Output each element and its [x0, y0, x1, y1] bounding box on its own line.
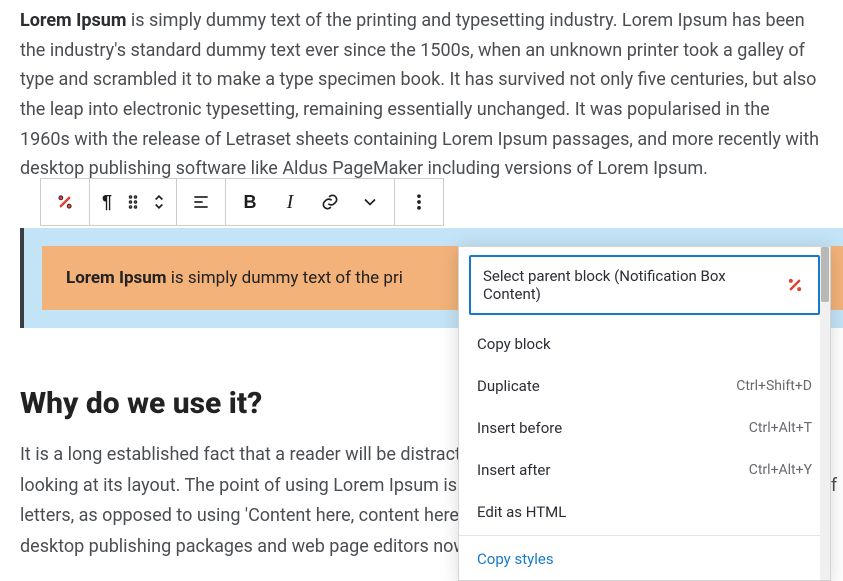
notif-bold: Lorem Ipsum: [66, 268, 167, 288]
select-parent-block-item[interactable]: Select parent block (Notification Box Co…: [469, 255, 820, 315]
move-arrows-icon[interactable]: [146, 179, 172, 225]
heading-why[interactable]: Why do we use it?: [20, 386, 262, 421]
paragraph-lorem[interactable]: Lorem Ipsum is simply dummy text of the …: [20, 6, 823, 184]
edit-as-html-label: Edit as HTML: [477, 503, 566, 521]
insert-after-item[interactable]: Insert after Ctrl+Alt+Y: [459, 449, 830, 491]
dropdown-scrollbar[interactable]: [820, 247, 830, 580]
paragraph-lorem-rest: is simply dummy text of the printing and…: [20, 10, 819, 179]
edit-as-html-item[interactable]: Edit as HTML: [459, 491, 830, 533]
copy-styles-label: Copy styles: [477, 550, 554, 568]
duplicate-shortcut: Ctrl+Shift+D: [736, 378, 812, 394]
toolbar-group-block: [41, 179, 90, 225]
copy-styles-item[interactable]: Copy styles: [459, 538, 830, 580]
editor-content: Lorem Ipsum is simply dummy text of the …: [0, 6, 843, 184]
more-format-icon[interactable]: [350, 179, 390, 225]
notif-rest: is simply dummy text of the pri: [167, 268, 403, 288]
duplicate-label: Duplicate: [477, 377, 540, 395]
align-icon[interactable]: [181, 179, 221, 225]
block-toolbar: ¶ B I: [40, 178, 444, 226]
toolbar-group-format: B I: [226, 179, 395, 225]
copy-block-item[interactable]: Copy block: [459, 323, 830, 365]
drag-handle-icon[interactable]: [120, 179, 146, 225]
link-icon[interactable]: [310, 179, 350, 225]
insert-before-item[interactable]: Insert before Ctrl+Alt+T: [459, 407, 830, 449]
toolbar-group-more: [395, 179, 443, 225]
dropdown-separator: [459, 535, 830, 536]
paragraph-icon[interactable]: ¶: [94, 179, 120, 225]
insert-after-shortcut: Ctrl+Alt+Y: [749, 462, 812, 478]
italic-button[interactable]: I: [270, 179, 310, 225]
select-parent-label: Select parent block (Notification Box Co…: [483, 267, 784, 303]
scrollbar-thumb[interactable]: [821, 247, 829, 302]
toolbar-group-align: [177, 179, 226, 225]
toolbar-group-transform: ¶: [90, 179, 177, 225]
insert-before-label: Insert before: [477, 419, 562, 437]
notification-block-icon: [784, 274, 806, 296]
duplicate-item[interactable]: Duplicate Ctrl+Shift+D: [459, 365, 830, 407]
block-type-icon[interactable]: [45, 179, 85, 225]
more-options-icon[interactable]: [399, 179, 439, 225]
paragraph-lorem-bold: Lorem Ipsum: [20, 10, 126, 31]
block-options-dropdown: Select parent block (Notification Box Co…: [458, 246, 831, 581]
insert-after-label: Insert after: [477, 461, 550, 479]
insert-before-shortcut: Ctrl+Alt+T: [749, 420, 812, 436]
copy-block-label: Copy block: [477, 335, 551, 353]
bold-button[interactable]: B: [230, 179, 270, 225]
